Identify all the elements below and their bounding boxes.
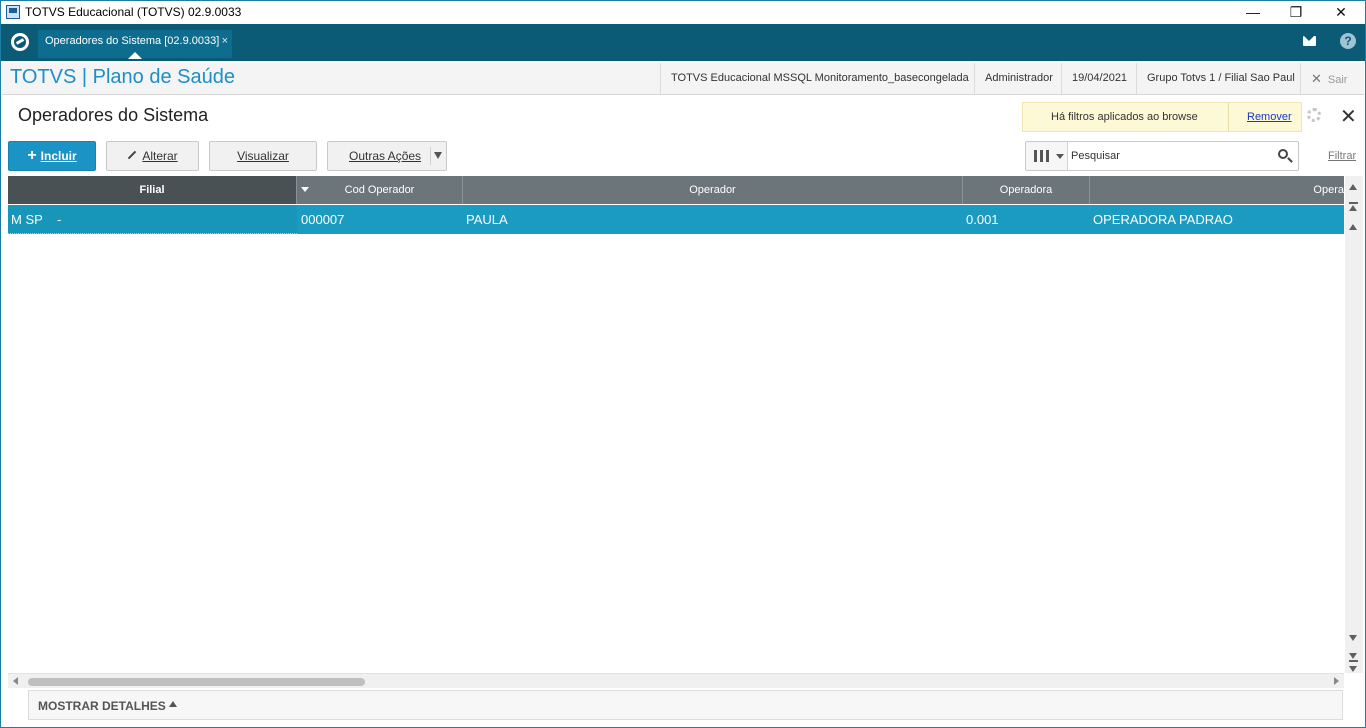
search-box: [1025, 141, 1299, 171]
scroll-down-icon[interactable]: [1349, 666, 1357, 672]
grid-header: Filial Cod Operador Operador Operadora O…: [8, 176, 1344, 204]
tab-close-icon[interactable]: ×: [222, 30, 228, 52]
more-actions-button[interactable]: Outras Ações: [327, 141, 447, 171]
user-info: Administrador: [974, 63, 1063, 94]
column-header-cod-operador[interactable]: Cod Operador: [297, 176, 463, 204]
tab-operadores-do-sistema[interactable]: Operadores do Sistema [02.9.0033] ×: [38, 30, 232, 59]
cell-operadora: 0.001: [966, 212, 999, 227]
scroll-top-icon[interactable]: [1349, 202, 1358, 204]
app-window: TOTVS Educacional (TOTVS) 02.9.0033 — ❐ …: [0, 0, 1366, 728]
window-title: TOTVS Educacional (TOTVS) 02.9.0033: [25, 5, 242, 19]
tab-label: Operadores do Sistema [02.9.0033]: [45, 35, 220, 47]
scrollbar-thumb[interactable]: [28, 678, 365, 686]
data-grid: Filial Cod Operador Operador Operadora O…: [8, 176, 1344, 673]
help-icon[interactable]: ?: [1340, 33, 1356, 49]
include-label: Incluir: [40, 149, 77, 163]
page-title: Operadores do Sistema: [18, 105, 209, 125]
scroll-up-icon[interactable]: [1349, 184, 1357, 190]
chevron-down-icon: [434, 152, 442, 159]
search-input[interactable]: [1071, 146, 1271, 166]
divider: [430, 147, 431, 165]
scroll-page-up-icon[interactable]: [1349, 224, 1357, 230]
gear-icon[interactable]: [1307, 108, 1321, 122]
columns-icon: [1046, 150, 1049, 162]
product-title: TOTVS | Plano de Saúde: [10, 66, 235, 88]
columns-icon: [1034, 150, 1037, 162]
close-window-button[interactable]: ✕: [1318, 1, 1364, 23]
scroll-page-down-icon[interactable]: [1349, 635, 1357, 641]
column-header-operador[interactable]: Operador: [463, 176, 963, 204]
horizontal-scrollbar[interactable]: [8, 673, 1344, 688]
exit-icon: ✕: [1311, 71, 1322, 86]
filter-notice: Há filtros aplicados ao browse Remover: [1022, 102, 1302, 132]
more-actions-label: Outras Ações: [349, 149, 422, 163]
include-button[interactable]: + Incluir: [8, 141, 96, 171]
cell-operador: PAULA: [466, 212, 508, 227]
column-selector[interactable]: [1026, 142, 1068, 170]
pencil-icon: [128, 150, 137, 160]
column-header-operadora[interactable]: Operadora: [963, 176, 1090, 204]
divider: [1228, 103, 1229, 131]
edit-label: Alterar: [142, 149, 178, 163]
tab-bar: Operadores do Sistema [02.9.0033] × ?: [1, 24, 1365, 61]
scroll-top-icon[interactable]: [1349, 205, 1357, 211]
minimize-button[interactable]: —: [1230, 1, 1276, 23]
app-icon: [6, 5, 20, 19]
environment-info: TOTVS Educacional MSSQL Monitoramento_ba…: [660, 63, 979, 94]
close-page-icon[interactable]: ✕: [1340, 104, 1357, 129]
title-bar: TOTVS Educacional (TOTVS) 02.9.0033 — ❐ …: [1, 1, 1365, 24]
search-icon[interactable]: [1278, 149, 1288, 159]
cell-nome-operadora: OPERADORA PADRAO: [1093, 212, 1233, 227]
show-details-toggle[interactable]: MOSTRAR DETALHES: [28, 690, 1343, 720]
product-header: TOTVS | Plano de Saúde TOTVS Educacional…: [2, 63, 1364, 95]
active-tab-indicator: [128, 52, 142, 59]
chevron-down-icon: [1056, 154, 1064, 159]
column-header-nome-operadora[interactable]: Opera: [1090, 176, 1344, 204]
view-button[interactable]: Visualizar: [209, 141, 317, 171]
show-details-label: MOSTRAR DETALHES: [38, 699, 166, 713]
date-info: 19/04/2021: [1061, 63, 1137, 94]
restore-button[interactable]: ❐: [1273, 1, 1319, 23]
scroll-bottom-icon[interactable]: [1349, 653, 1357, 659]
mail-icon[interactable]: [1303, 36, 1316, 46]
scroll-right-icon[interactable]: [1334, 677, 1339, 685]
edit-button[interactable]: Alterar: [106, 141, 199, 171]
branch-info: Grupo Totvs 1 / Filial Sao Paul: [1136, 63, 1305, 94]
exit-button[interactable]: ✕ Sair: [1300, 63, 1364, 94]
filter-link[interactable]: Filtrar: [1328, 150, 1356, 162]
scroll-left-icon[interactable]: [13, 677, 18, 685]
column-header-label: Opera: [1313, 184, 1344, 196]
cell-filial: M SP -: [8, 205, 297, 234]
column-header-filial[interactable]: Filial: [8, 176, 297, 204]
view-label: Visualizar: [237, 149, 289, 163]
chevron-up-icon: [169, 701, 177, 707]
cell-cod-operador: 000007: [301, 212, 345, 227]
table-row[interactable]: M SP - 000007 PAULA 0.001 OPERADORA PADR…: [8, 205, 1344, 234]
remove-filter-link[interactable]: Remover: [1247, 111, 1292, 123]
scroll-bottom-icon[interactable]: [1349, 660, 1358, 662]
totvs-logo-icon[interactable]: [11, 33, 29, 51]
filter-notice-text: Há filtros aplicados ao browse: [1051, 111, 1198, 123]
vertical-scrollbar[interactable]: [1345, 176, 1363, 673]
exit-label: Sair: [1327, 74, 1348, 86]
columns-icon: [1040, 150, 1043, 162]
plus-icon: +: [27, 147, 37, 164]
